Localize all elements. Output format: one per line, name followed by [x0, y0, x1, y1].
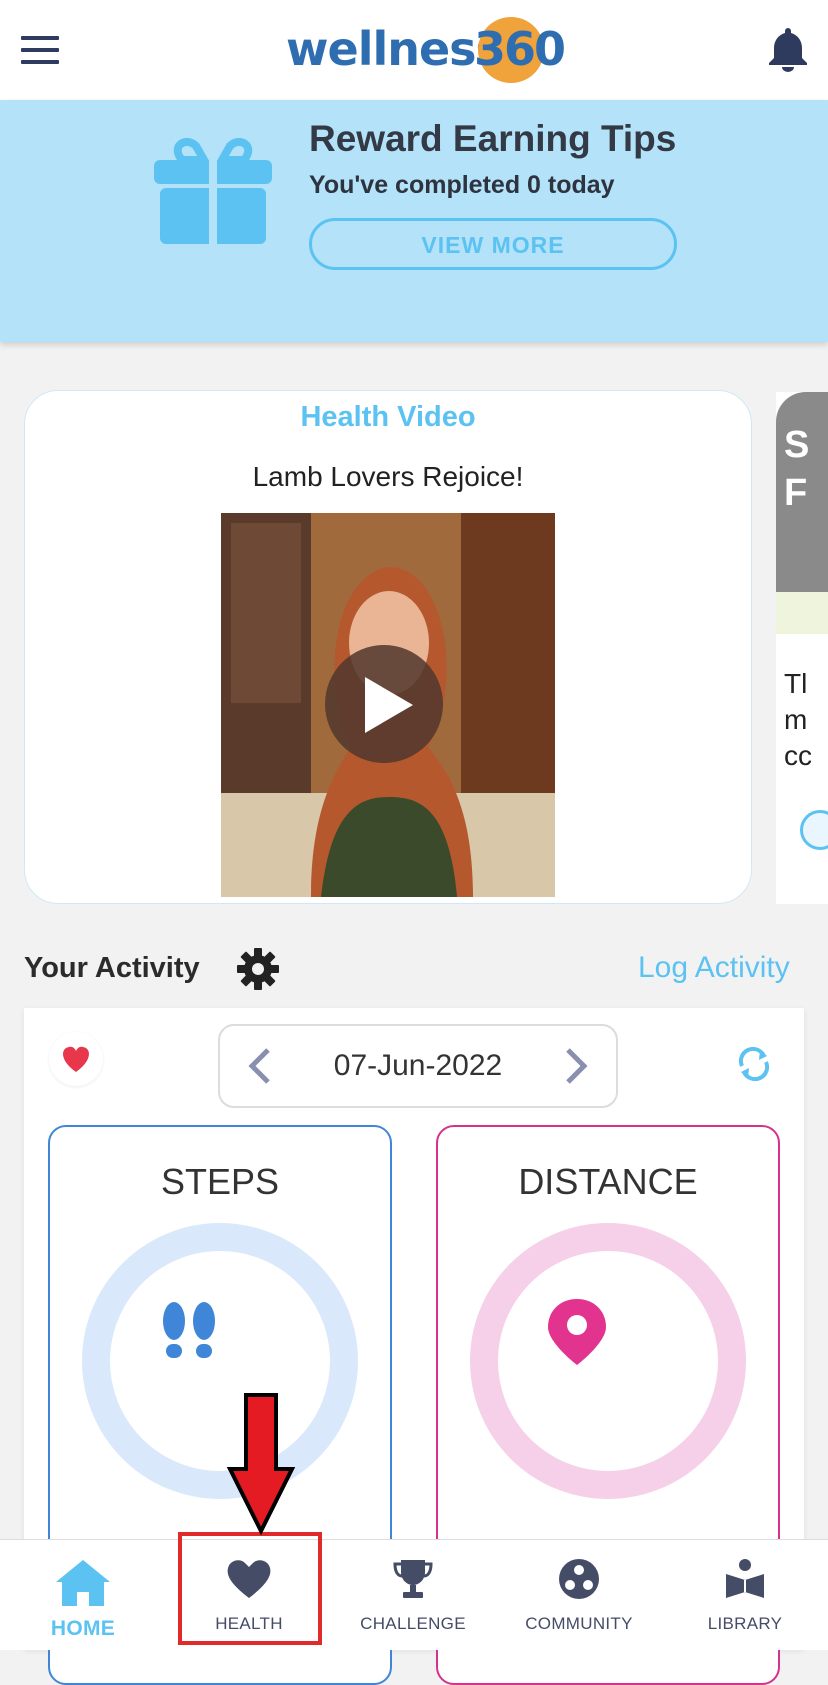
chevron-right-icon[interactable]: [556, 1046, 596, 1086]
nav-library[interactable]: LIBRARY: [670, 1540, 820, 1650]
log-activity-link[interactable]: Log Activity: [638, 951, 790, 985]
video-thumbnail[interactable]: [221, 513, 555, 897]
logo-number: 360: [474, 22, 566, 76]
peek-card-header: S F: [776, 392, 828, 592]
play-icon: [365, 677, 413, 733]
nav-challenge-label: CHALLENGE: [360, 1614, 466, 1633]
annotation-highlight-box: [178, 1532, 322, 1645]
peek-card-text-line: Tl: [784, 668, 808, 699]
video-title: Lamb Lovers Rejoice!: [252, 461, 524, 492]
logo-text: wellness: [286, 22, 503, 76]
peek-card-title-line: F: [784, 472, 808, 514]
gift-icon: [154, 138, 272, 244]
nav-community-label: COMMUNITY: [525, 1614, 633, 1633]
nav-library-label: LIBRARY: [707, 1614, 783, 1633]
annotation-arrow-icon: [226, 1393, 296, 1535]
your-activity-heading: Your Activity: [24, 952, 200, 984]
bottom-navigation: HOME HEALTH CHALLENGE COMMUNITY LIBRARY: [0, 1539, 828, 1650]
health-video-card[interactable]: Health Video Lamb Lovers Rejoice!: [24, 390, 752, 904]
peek-card-strip: [776, 592, 828, 634]
notification-bell-icon[interactable]: [766, 26, 810, 72]
gear-icon[interactable]: [236, 947, 280, 991]
peek-card-button[interactable]: [800, 810, 828, 850]
footprints-icon: [163, 1302, 215, 1358]
nav-home-label: HOME: [50, 1617, 116, 1640]
video-card-heading: Health Video: [300, 401, 476, 433]
nav-home[interactable]: HOME: [10, 1540, 156, 1650]
app-logo: wellness 360: [286, 14, 566, 84]
play-button[interactable]: [325, 645, 443, 763]
peek-card-title-line: S: [784, 424, 810, 466]
refresh-icon[interactable]: [734, 1044, 774, 1084]
nav-challenge[interactable]: CHALLENGE: [338, 1540, 488, 1650]
trophy-icon: [393, 1560, 433, 1598]
hamburger-menu-icon[interactable]: [21, 36, 59, 64]
heart-badge: [49, 1032, 103, 1086]
view-more-button[interactable]: VIEW MORE: [309, 218, 677, 270]
reward-subtitle: You've completed 0 today: [309, 171, 615, 199]
peek-card-text-line: m: [784, 704, 808, 735]
steps-title: STEPS: [160, 1161, 280, 1202]
reward-banner: Reward Earning Tips You've completed 0 t…: [0, 100, 828, 342]
home-icon: [56, 1560, 110, 1606]
community-icon: [559, 1559, 599, 1599]
nav-community[interactable]: COMMUNITY: [504, 1540, 654, 1650]
peek-card-text-line: cc: [784, 740, 812, 771]
distance-title: DISTANCE: [518, 1161, 698, 1202]
location-pin-icon: [548, 1299, 606, 1365]
library-icon: [726, 1559, 764, 1598]
next-card-peek[interactable]: S F Tl m cc: [776, 392, 828, 904]
red-heart-icon: [63, 1046, 89, 1072]
top-bar: wellness 360: [0, 0, 828, 100]
reward-title: Reward Earning Tips: [309, 118, 677, 159]
date-selector: 07-Jun-2022: [218, 1024, 618, 1108]
